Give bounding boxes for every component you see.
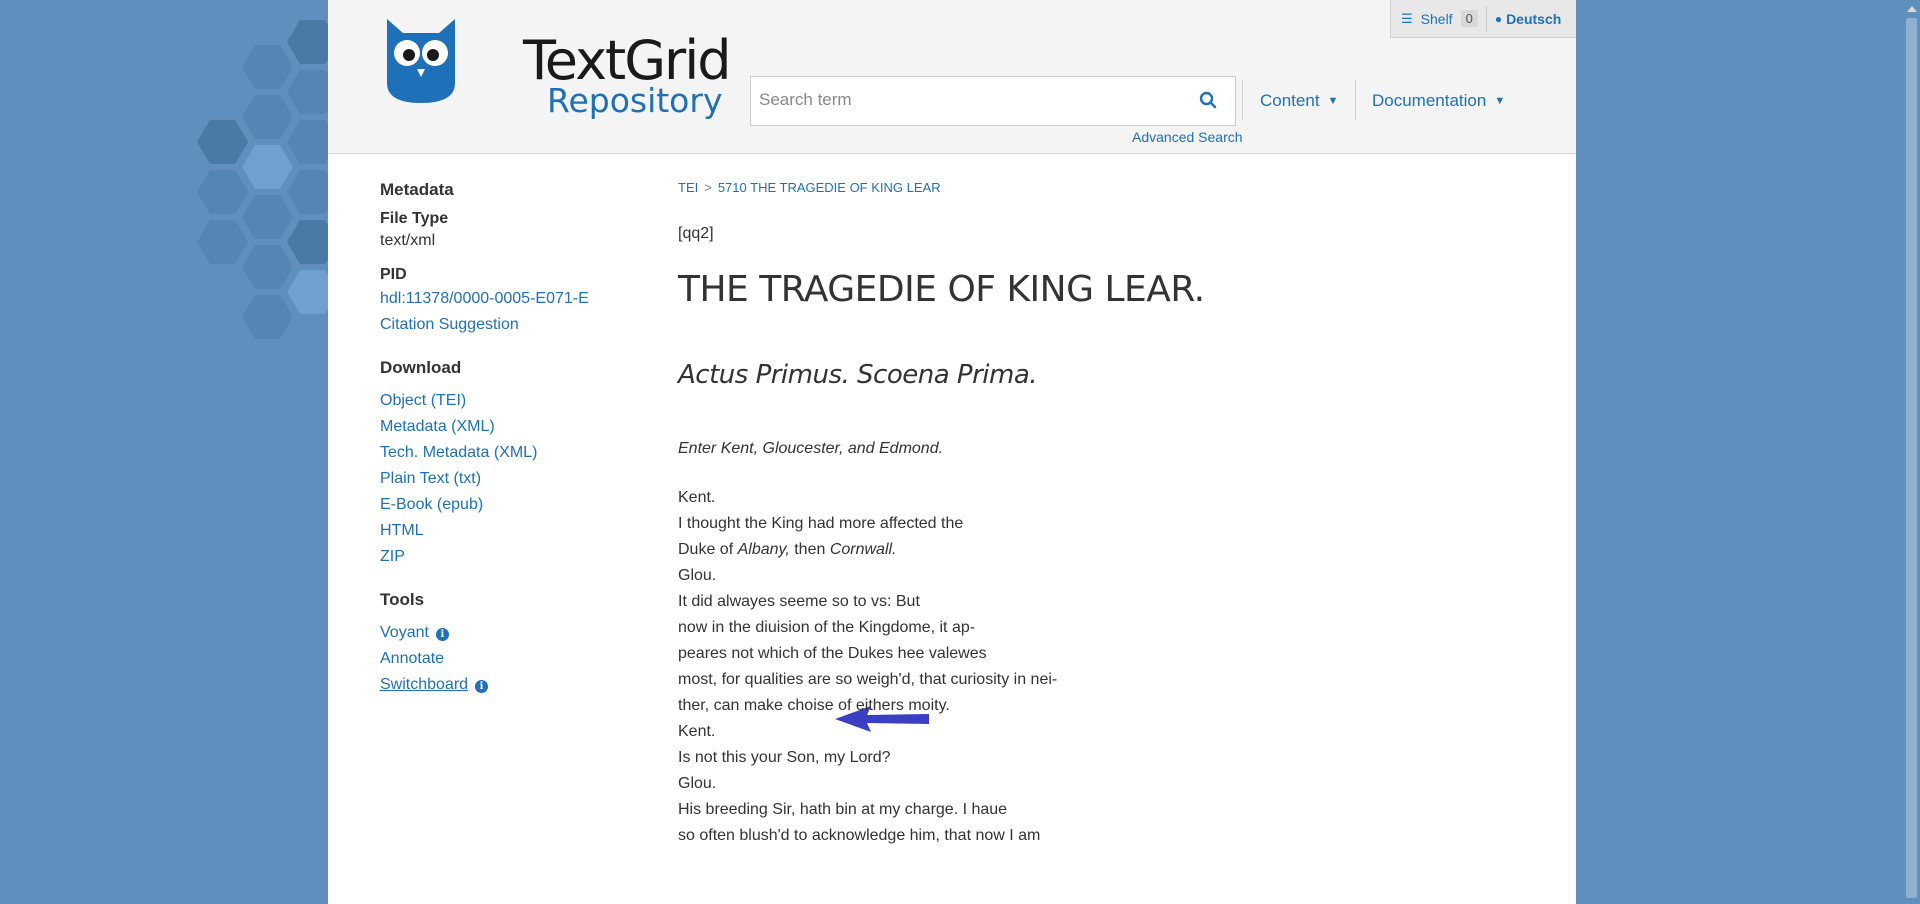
breadcrumb-separator: >	[704, 180, 712, 195]
tool-voyant-label: Voyant	[380, 624, 429, 641]
speaker: Kent.	[678, 489, 716, 506]
shelf-label: Shelf	[1420, 10, 1453, 27]
search-icon[interactable]	[1199, 91, 1217, 109]
download-html[interactable]: HTML	[380, 518, 640, 544]
page-container: TextGrid Repository ☰ Shelf 0 ● Deutsch …	[328, 0, 1576, 904]
download-tech-metadata-xml[interactable]: Tech. Metadata (XML)	[380, 440, 640, 466]
text-name-albany: Albany,	[737, 541, 790, 558]
text-line: It did alwayes seeme so to vs: But	[678, 593, 920, 610]
scrollbar-thumb[interactable]	[1906, 18, 1917, 898]
logo-repository: Repository	[547, 81, 723, 120]
nav-content[interactable]: Content ▼	[1260, 91, 1338, 111]
text-line: so often blush'd to acknowledge him, tha…	[678, 827, 1041, 844]
tools-heading: Tools	[380, 590, 425, 609]
metadata-heading: Metadata	[380, 180, 454, 199]
nav-content-label: Content	[1260, 91, 1320, 110]
file-type-label: File Type	[380, 210, 449, 227]
file-type-value: text/xml	[380, 232, 436, 249]
qq-marker: [qq2]	[678, 225, 714, 242]
breadcrumb: TEI >5710 THE TRAGEDIE OF KING LEAR	[678, 180, 1498, 195]
text-line: I thought the King had more affected the	[678, 515, 964, 532]
nav-divider	[1355, 80, 1356, 120]
download-plain-text[interactable]: Plain Text (txt)	[380, 466, 640, 492]
top-utility-bar: ☰ Shelf 0 ● Deutsch	[1390, 0, 1576, 38]
search-box	[750, 76, 1236, 126]
text-name-cornwall: Cornwall.	[829, 541, 897, 558]
text-line: Is not this your Son, my Lord?	[678, 749, 891, 766]
chevron-down-icon: ▼	[1494, 95, 1506, 107]
download-metadata-xml[interactable]: Metadata (XML)	[380, 414, 640, 440]
owl-icon	[387, 19, 455, 103]
download-heading: Download	[380, 358, 462, 377]
pid-label: PID	[380, 266, 407, 283]
nav-divider	[1242, 80, 1243, 120]
text-line: now in the diuision of the Kingdome, it …	[678, 619, 976, 636]
info-icon[interactable]: i	[435, 628, 449, 641]
text-line: most, for qualities are so weigh'd, that…	[678, 671, 1058, 688]
page-scrollbar[interactable]	[1903, 0, 1920, 904]
text-line: ther, can make choise of eithers moity.	[678, 697, 950, 714]
tool-annotate[interactable]: Annotate	[380, 646, 640, 672]
stage-direction: Enter Kent, Gloucester, and Edmond.	[678, 440, 944, 457]
nav-documentation[interactable]: Documentation ▼	[1372, 91, 1505, 111]
text-span: then	[789, 541, 830, 558]
main-content: TEI >5710 THE TRAGEDIE OF KING LEAR [qq2]…	[678, 180, 1498, 849]
citation-suggestion-link[interactable]: Citation Suggestion	[380, 312, 640, 338]
info-icon[interactable]: i	[475, 680, 489, 693]
scroll-up-icon[interactable]	[1907, 6, 1917, 12]
textgrid-logo[interactable]: TextGrid Repository	[383, 17, 732, 127]
tool-switchboard-label: Switchboard	[380, 676, 469, 693]
download-object-tei[interactable]: Object (TEI)	[380, 388, 640, 414]
speaker: Glou.	[678, 567, 717, 584]
page-title: THE TRAGEDIE OF KING LEAR.	[678, 269, 1205, 310]
search-input[interactable]	[751, 77, 1187, 123]
nav-documentation-label: Documentation	[1372, 91, 1487, 110]
site-header: TextGrid Repository ☰ Shelf 0 ● Deutsch …	[328, 0, 1576, 154]
shelf-count-badge: 0	[1460, 10, 1478, 27]
globe-icon: ●	[1494, 11, 1503, 26]
pid-link[interactable]: hdl:11378/0000-0005-E071-E	[380, 286, 640, 312]
text-line: peares not which of the Dukes hee valewe…	[678, 645, 987, 662]
language-label: Deutsch	[1506, 10, 1562, 27]
act-heading: Actus Primus. Scoena Prima.	[678, 360, 1038, 390]
topbar-divider	[1485, 5, 1487, 32]
text-line: His breeding Sir, hath bin at my charge.…	[678, 801, 1008, 818]
download-ebook[interactable]: E-Book (epub)	[380, 492, 640, 518]
advanced-search-link[interactable]: Advanced Search	[1132, 129, 1243, 145]
chevron-down-icon: ▼	[1327, 95, 1339, 107]
hexagon-pattern	[197, 20, 338, 339]
play-text: Kent. I thought the King had more affect…	[678, 485, 1498, 849]
language-switch[interactable]: ● Deutsch	[1495, 11, 1561, 27]
tool-voyant[interactable]: Voyant i	[380, 620, 640, 646]
download-zip[interactable]: ZIP	[380, 544, 640, 570]
shelf-button[interactable]: ☰ Shelf 0	[1391, 10, 1478, 27]
text-line: Duke of Albany, then Cornwall.	[678, 537, 1498, 563]
breadcrumb-title[interactable]: 5710 THE TRAGEDIE OF KING LEAR	[718, 180, 941, 195]
text-span: Duke of	[678, 541, 738, 558]
metadata-sidebar: Metadata File Type text/xml PID hdl:1137…	[380, 180, 640, 698]
speaker: Kent.	[678, 723, 716, 740]
speaker: Glou.	[678, 775, 717, 792]
tool-switchboard[interactable]: Switchboard i	[380, 672, 640, 698]
breadcrumb-tei[interactable]: TEI	[678, 180, 698, 195]
list-icon: ☰	[1401, 10, 1413, 26]
